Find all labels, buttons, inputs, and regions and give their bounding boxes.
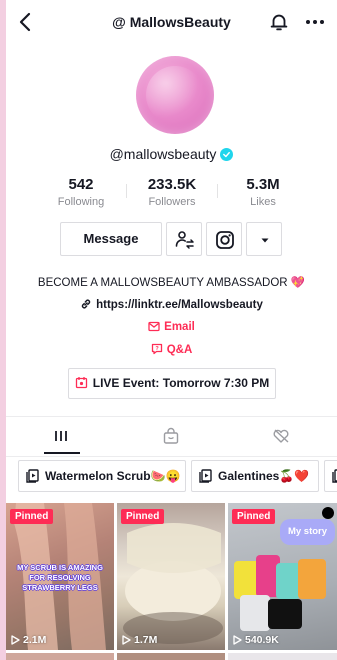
tab-liked[interactable] — [226, 426, 336, 454]
play-icon — [122, 635, 131, 645]
bio-link-text: https://linktr.ee/Mallowsbeauty — [96, 299, 263, 311]
followers-count: 233.5K — [147, 176, 197, 193]
playlist-icon — [332, 469, 337, 483]
cream-image — [123, 523, 223, 644]
instagram-icon — [216, 231, 234, 249]
playlist-chip[interactable]: Galentines🍒❤️ — [191, 460, 319, 492]
qa-link[interactable]: ? Q&A — [6, 343, 337, 356]
stat-following[interactable]: 542 Following — [36, 176, 126, 208]
active-tab-indicator — [44, 452, 80, 454]
pinned-badge: Pinned — [121, 509, 165, 524]
video-thumbnail[interactable] — [6, 653, 114, 660]
play-icon — [11, 635, 20, 645]
followers-label: Followers — [148, 196, 196, 208]
tab-shop[interactable] — [116, 426, 226, 454]
follow-toggle-button[interactable] — [166, 222, 202, 256]
stat-likes[interactable]: 5.3M Likes — [218, 176, 308, 208]
qa-icon: ? — [151, 343, 162, 355]
video-thumbnail[interactable]: Pinned MY SCRUB IS AMAZING FOR RESOLVING… — [6, 503, 114, 650]
divider — [6, 456, 337, 457]
content-tabs — [6, 418, 337, 456]
view-count: 2.1M — [11, 634, 46, 646]
view-count-text: 540.9K — [245, 634, 279, 646]
playlist-icon — [26, 469, 39, 483]
playlist-label: Galentines🍒❤️ — [218, 469, 310, 483]
video-thumbnail[interactable]: Pinned 1.7M — [117, 503, 225, 650]
pinned-badge: Pinned — [232, 509, 276, 524]
calendar-icon — [75, 377, 87, 389]
pinned-badge: Pinned — [10, 509, 54, 524]
view-count: 1.7M — [122, 634, 157, 646]
live-event-label: LIVE Event: Tomorrow 7:30 PM — [92, 376, 270, 390]
qa-label: Q&A — [166, 344, 193, 356]
link-icon — [81, 299, 91, 309]
tab-videos[interactable] — [6, 426, 116, 454]
video-overlay-text: MY SCRUB IS AMAZING FOR RESOLVING STRAWB… — [17, 563, 103, 593]
my-story-badge[interactable]: My story — [280, 519, 335, 545]
playlist-chip[interactable]: Watermelon Scrub🍉😛 — [18, 460, 186, 492]
grid-icon — [55, 431, 67, 441]
dropdown-button[interactable] — [246, 222, 282, 256]
verified-icon — [220, 148, 234, 161]
stat-followers[interactable]: 233.5K Followers — [127, 176, 217, 208]
avatar[interactable] — [136, 56, 214, 134]
view-count-text: 1.7M — [134, 634, 158, 646]
playlist-row: Watermelon Scrub🍉😛 Galentines🍒❤️ — [6, 460, 337, 496]
message-button[interactable]: Message — [60, 222, 162, 256]
live-event-button[interactable]: LIVE Event: Tomorrow 7:30 PM — [68, 368, 276, 399]
email-label: Email — [164, 321, 195, 333]
divider — [6, 416, 337, 417]
profile-screen: @ MallowsBeauty @mallowsbeauty 542 Follo… — [6, 0, 337, 660]
profile-handle: @mallowsbeauty — [109, 146, 217, 162]
view-count-text: 2.1M — [23, 634, 47, 646]
bio-text: BECOME A MALLOWSBEAUTY AMBASSADOR 💖 — [37, 277, 306, 289]
bell-icon[interactable] — [268, 11, 290, 33]
email-link[interactable]: Email — [6, 321, 337, 333]
view-count: 540.9K — [233, 634, 279, 646]
tiktok-icon — [322, 507, 334, 519]
playlist-label: Watermelon Scrub🍉😛 — [45, 469, 181, 483]
video-thumbnail[interactable]: Pinned My story 540.9K — [228, 503, 337, 650]
likes-label: Likes — [250, 196, 276, 208]
header: @ MallowsBeauty — [6, 0, 337, 48]
video-grid: Pinned MY SCRUB IS AMAZING FOR RESOLVING… — [6, 503, 337, 660]
stats-row: 542 Following 233.5K Followers 5.3M Like… — [6, 176, 337, 212]
bio-link[interactable]: https://linktr.ee/Mallowsbeauty — [6, 298, 337, 311]
video-thumbnail[interactable] — [117, 653, 225, 660]
caret-down-icon — [261, 238, 269, 243]
handle-row: @mallowsbeauty — [6, 146, 337, 162]
video-thumbnail[interactable] — [228, 653, 337, 660]
playlist-icon — [199, 469, 212, 483]
shopping-bag-icon — [163, 427, 179, 444]
user-swap-icon — [175, 231, 194, 249]
more-icon[interactable] — [303, 12, 327, 32]
instagram-button[interactable] — [206, 222, 242, 256]
following-label: Following — [57, 196, 105, 208]
email-icon — [148, 321, 160, 332]
playlist-chip[interactable] — [324, 460, 337, 492]
play-icon — [233, 635, 242, 645]
following-count: 542 — [68, 176, 94, 193]
likes-count: 5.3M — [246, 176, 280, 193]
liked-hidden-icon — [273, 429, 289, 443]
